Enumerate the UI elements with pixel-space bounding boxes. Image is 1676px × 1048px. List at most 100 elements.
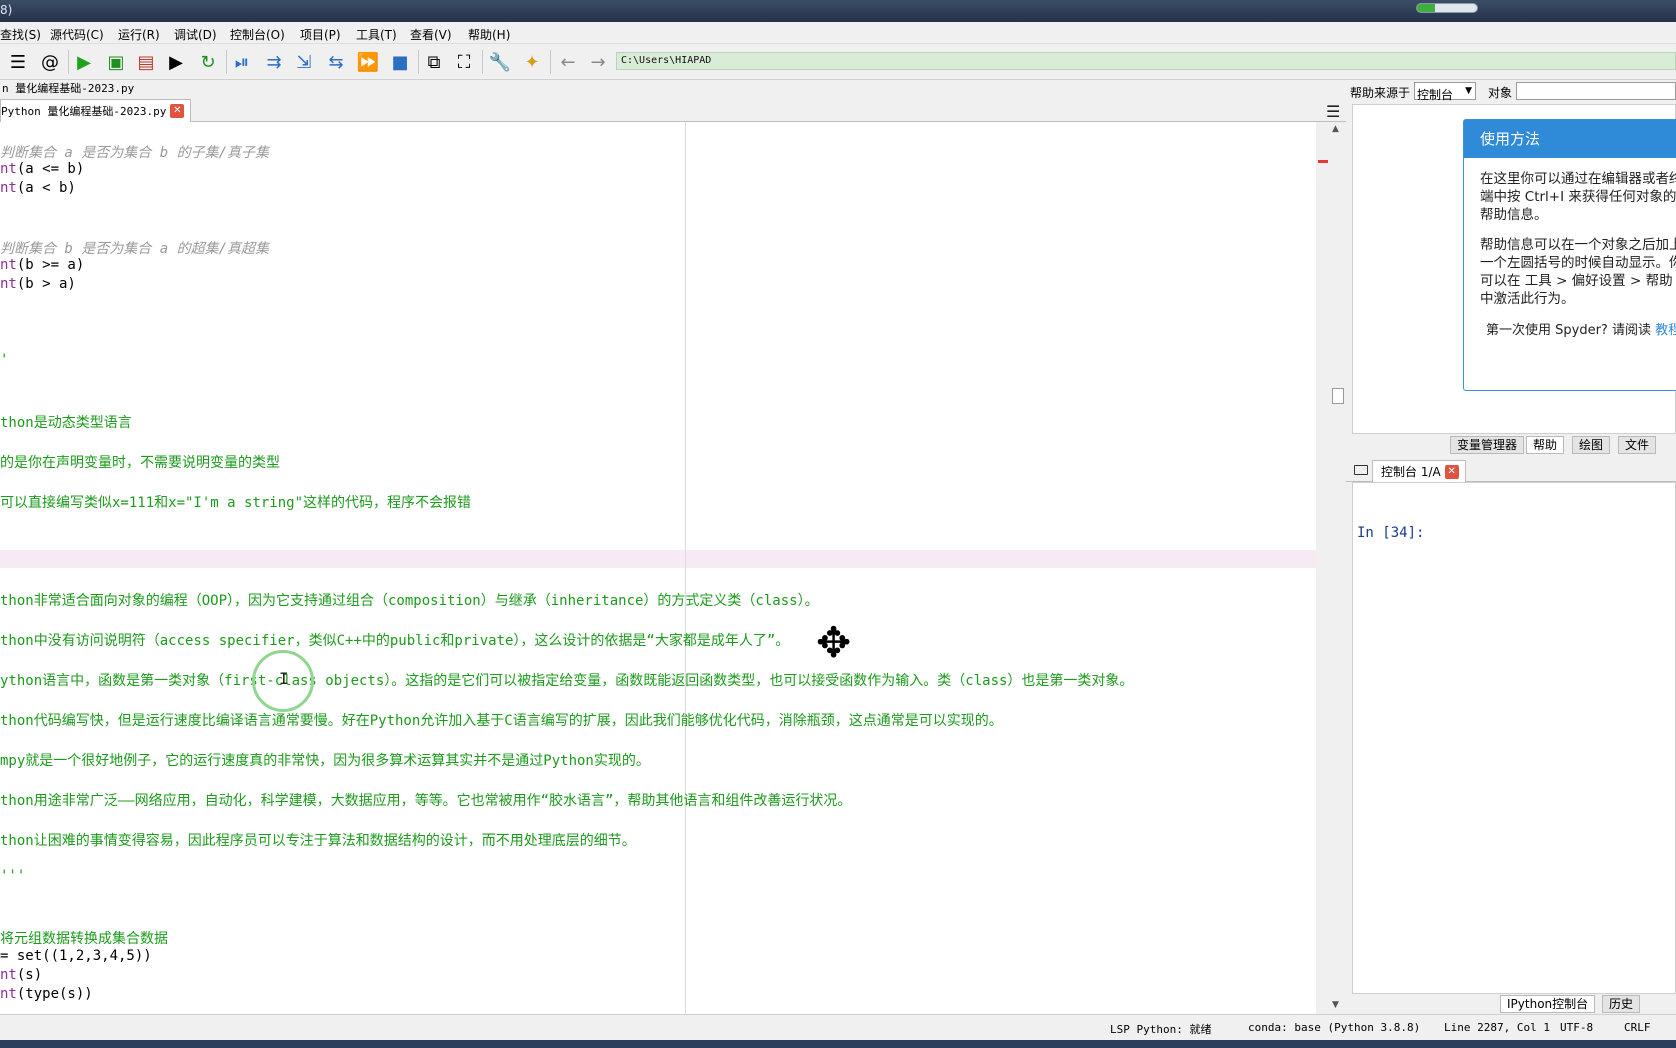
editor-scrollbar[interactable]: ▲ ▼ [1328, 122, 1346, 1014]
usage-title: 使用方法 [1464, 120, 1676, 158]
menu-run[interactable]: 运行(R) [118, 26, 160, 43]
code-line: nt(s) [0, 967, 42, 983]
step-icon[interactable]: ⇉ [262, 50, 286, 74]
code-text: thon代码编写快，但是运行速度比编译语言通常要慢。好在Python允许加入基于… [0, 713, 1003, 729]
folder-icon[interactable] [1354, 465, 1368, 475]
help-pane-tabs: 变量管理器 帮助 绘图 文件 [1346, 434, 1676, 456]
text-cursor-icon: I [279, 669, 289, 688]
code-line: mpy就是一个很好地例子，它的运行速度真的非常快，因为很多算术运算其实并不是通过… [0, 750, 650, 770]
keyword-token: nt [0, 161, 17, 177]
fullscreen-icon[interactable]: ⛶ [452, 50, 476, 74]
code-line: thon代码编写快，但是运行速度比编译语言通常要慢。好在Python允许加入基于… [0, 710, 1003, 730]
menu-help[interactable]: 帮助(H) [468, 26, 510, 43]
ipython-console[interactable]: In [34]: [1352, 482, 1676, 994]
usage-para-2: 帮助信息可以在一个对象之后加上一个左圆括号的时候自动显示。你可以在 工具 > 偏… [1480, 237, 1676, 307]
menu-search[interactable]: 查找(S) [0, 26, 41, 43]
code-text: thon非常适合面向对象的编程（OOP），因为它支持通过组合（compositi… [0, 593, 819, 609]
list-icon[interactable]: ☰ [6, 50, 30, 74]
code-line: ''' [0, 868, 25, 884]
taskbar [0, 1040, 1676, 1048]
code-line: 的是你在声明变量时，不需要说明变量的类型 [0, 452, 280, 472]
at-icon[interactable]: @ [38, 50, 62, 74]
main-toolbar: ☰ @ ▶ ▣ ▤ ▶ ↻ ⏯ ⇉ ⇲ ⇆ ⏩ ■ ⧉ ⛶ 🔧 ✦ ← → C:… [0, 44, 1676, 80]
preferences-icon[interactable]: 🔧 [488, 50, 512, 74]
menu-console[interactable]: 控制台(O) [230, 26, 285, 43]
working-directory-input[interactable]: C:\Users\HIAPAD [616, 52, 1676, 70]
tab-files[interactable]: 文件 [1618, 436, 1657, 454]
code-editor[interactable]: 判断集合 a 是否为集合 b 的子集/真子集 nt(a <= b) nt(a < b… [0, 122, 1316, 1014]
python-path-icon[interactable]: ✦ [520, 50, 544, 74]
toolbar-separator [482, 50, 483, 74]
chevron-down-icon: ▼ [1465, 86, 1472, 96]
menu-view[interactable]: 查看(V) [410, 26, 452, 43]
run-selection-icon[interactable]: ▶ [164, 50, 188, 74]
toolbar-separator [550, 50, 551, 74]
run-cell-advance-icon[interactable]: ▤ [134, 50, 158, 74]
conda-status: conda: base (Python 3.8.8) [1248, 1021, 1421, 1034]
menu-source[interactable]: 源代码(C) [50, 26, 104, 43]
code-line: ython语言中，函数是第一类对象（first-class objects）。这… [0, 670, 1133, 690]
menu-debug[interactable]: 调试(D) [174, 26, 217, 43]
console-tab[interactable]: 控制台 1/A ✕ [1372, 460, 1466, 482]
scroll-up-icon[interactable]: ▲ [1332, 124, 1339, 134]
debug-icon[interactable]: ⏯ [230, 50, 254, 74]
help-source-select[interactable]: 控制台 ▼ [1414, 82, 1476, 102]
options-menu-icon[interactable]: ☰ [1326, 102, 1340, 121]
code-line: 可以直接编写类似x=111和x="I'm a string"这样的代码，程序不会… [0, 492, 471, 512]
status-bar: LSP Python: 就绪 conda: base (Python 3.8.8… [0, 1014, 1676, 1040]
stop-icon[interactable]: ■ [388, 50, 412, 74]
scroll-down-icon[interactable]: ▼ [1332, 1000, 1339, 1010]
editor-file-label: n 量化编程基础-2023.py [2, 82, 135, 95]
editor-tab[interactable]: Python 量化编程基础-2023.py ✕ [0, 99, 192, 122]
code-text: (s) [16, 967, 43, 983]
code-line: nt(b > a) [0, 276, 76, 292]
close-icon[interactable]: ✕ [1444, 464, 1459, 479]
keyword-token: nt [0, 257, 17, 273]
code-text: (b >= a) [16, 257, 85, 273]
maximize-pane-icon[interactable]: ⧉ [422, 50, 446, 74]
close-icon[interactable]: ✕ [170, 104, 185, 118]
step-return-icon[interactable]: ⇆ [324, 50, 348, 74]
tab-help[interactable]: 帮助 [1526, 436, 1565, 454]
window-title: 8) [0, 3, 13, 17]
code-line: nt(b >= a) [0, 257, 84, 273]
console-prompt: In [34]: [1357, 525, 1425, 541]
tab-plots[interactable]: 绘图 [1572, 436, 1611, 454]
code-text: ''' [0, 868, 26, 884]
tutorial-link[interactable]: 教程 [1655, 323, 1676, 338]
current-line-highlight [0, 550, 1316, 568]
code-line: thon让困难的事情变得容易，因此程序员可以专注于算法和数据结构的设计，而不用处… [0, 830, 636, 850]
spyder-window: { "titlebar": { "title": "8)", "subtitle… [0, 0, 1676, 1048]
code-text: mpy就是一个很好地例子，它的运行速度真的非常快，因为很多算术运算其实并不是通过… [0, 753, 650, 769]
code-text: (a <= b) [16, 161, 85, 177]
scrollbar-thumb[interactable] [1332, 388, 1344, 404]
code-line: = set((1,2,3,4,5)) [0, 948, 152, 964]
rerun-icon[interactable]: ↻ [196, 50, 220, 74]
tab-variable-explorer[interactable]: 变量管理器 [1450, 436, 1525, 454]
object-label: 对象 [1488, 86, 1513, 100]
help-toolbar: 帮助来源于 控制台 ▼ 对象 [1346, 80, 1676, 102]
console-tab-bar: 控制台 1/A ✕ [1346, 458, 1676, 482]
step-into-icon[interactable]: ⇲ [292, 50, 316, 74]
menu-tools[interactable]: 工具(T) [356, 26, 397, 43]
code-line: 判断集合 a 是否为集合 b 的子集/真子集 [0, 142, 269, 162]
toolbar-separator [68, 50, 69, 74]
run-cell-icon[interactable]: ▣ [104, 50, 128, 74]
title-bar: 8) [0, 0, 1676, 22]
menu-projects[interactable]: 项目(P) [300, 26, 341, 43]
code-line: thon用途非常广泛——网络应用，自动化，科学建模，大数据应用，等等。它也常被用… [0, 790, 851, 810]
forward-icon[interactable]: → [586, 50, 610, 74]
continue-icon[interactable]: ⏩ [356, 50, 380, 74]
file-encoding: UTF-8 [1560, 1021, 1594, 1034]
tab-history[interactable]: 历史 [1602, 995, 1641, 1013]
code-text: thon中没有访问说明符（access specifier，类似C++中的pub… [0, 633, 790, 649]
code-line: nt(a <= b) [0, 161, 84, 177]
tab-ipython-console[interactable]: IPython控制台 [1500, 995, 1596, 1013]
run-icon[interactable]: ▶ [72, 50, 96, 74]
code-text: ' [0, 352, 9, 368]
object-input[interactable] [1516, 82, 1676, 100]
progress-indicator [1416, 3, 1478, 13]
back-icon[interactable]: ← [556, 50, 580, 74]
code-text: thon是动态类型语言 [0, 415, 132, 431]
code-text: 判断集合 b 是否为集合 a 的超集/真超集 [0, 241, 270, 257]
